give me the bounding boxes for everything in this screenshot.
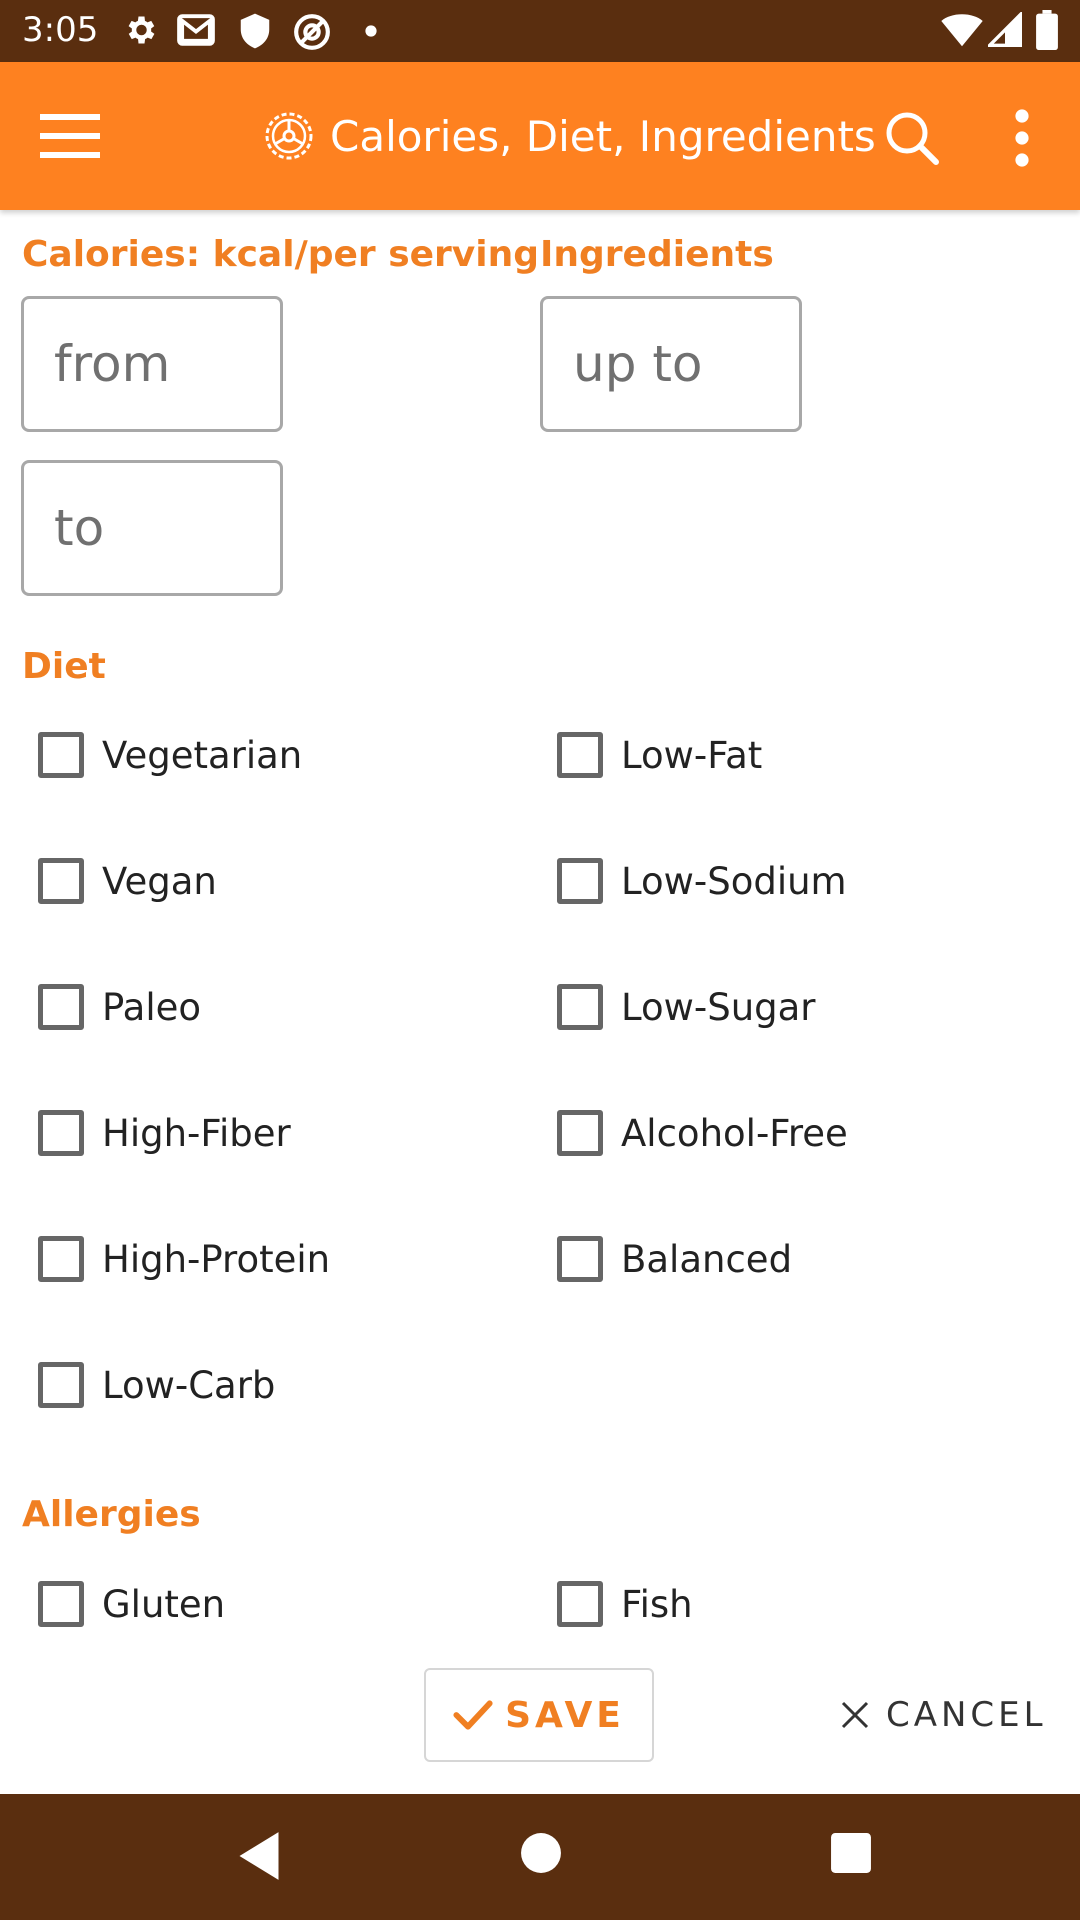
- checkbox-label: Fish: [621, 1582, 693, 1626]
- ingredients-up-to-input[interactable]: [540, 296, 802, 432]
- diet-checkbox-high-protein[interactable]: High-Protein: [38, 1229, 330, 1289]
- checkbox-box[interactable]: [557, 984, 603, 1030]
- diet-checkbox-balanced[interactable]: Balanced: [557, 1229, 792, 1289]
- status-time: 3:05: [22, 10, 99, 50]
- allergy-checkbox-gluten[interactable]: Gluten: [38, 1574, 225, 1634]
- diet-checkbox-low-carb[interactable]: Low-Carb: [38, 1355, 275, 1415]
- save-button[interactable]: SAVE: [424, 1668, 654, 1762]
- checkbox-box[interactable]: [38, 858, 84, 904]
- status-bar: 3:05: [0, 0, 1080, 62]
- checkbox-label: Vegan: [102, 859, 217, 903]
- checkbox-box[interactable]: [38, 1236, 84, 1282]
- at-sign-icon: [294, 14, 330, 50]
- checkbox-label: Gluten: [102, 1582, 226, 1626]
- menu-icon[interactable]: [40, 110, 100, 162]
- save-button-label: SAVE: [505, 1694, 625, 1736]
- close-icon: [841, 1701, 869, 1729]
- check-icon: [453, 1700, 493, 1730]
- app-title: Calories, Diet, Ingredients: [330, 111, 876, 161]
- diet-label: Diet: [22, 646, 106, 687]
- cell-signal-icon: [988, 12, 1022, 47]
- app-title-group: Calories, Diet, Ingredients: [262, 108, 876, 164]
- wifi-icon: [941, 14, 983, 47]
- battery-icon: [1036, 10, 1058, 50]
- checkbox-label: Low-Carb: [102, 1363, 276, 1407]
- checkbox-box[interactable]: [38, 732, 84, 778]
- checkbox-label: Balanced: [621, 1237, 793, 1281]
- checkbox-label: Alcohol-Free: [621, 1111, 848, 1155]
- home-icon[interactable]: [520, 1832, 562, 1874]
- checkbox-label: High-Fiber: [102, 1111, 291, 1155]
- ingredients-label: Ingredients: [540, 234, 774, 275]
- checkbox-box[interactable]: [557, 1581, 603, 1627]
- more-vert-icon[interactable]: [1000, 108, 1044, 168]
- back-icon[interactable]: [236, 1830, 282, 1882]
- calories-to-input[interactable]: [21, 460, 283, 596]
- checkbox-label: Low-Sugar: [621, 985, 816, 1029]
- diet-checkbox-high-fiber[interactable]: High-Fiber: [38, 1103, 291, 1163]
- checkbox-box[interactable]: [38, 1362, 84, 1408]
- filter-gear-icon: [265, 112, 313, 160]
- checkbox-box[interactable]: [38, 1581, 84, 1627]
- calories-label: Calories: kcal/per serving: [22, 234, 539, 275]
- diet-checkbox-paleo[interactable]: Paleo: [38, 977, 201, 1037]
- calories-from-input[interactable]: [21, 296, 283, 432]
- settings-icon: [128, 16, 155, 44]
- gmail-icon: [177, 14, 215, 46]
- checkbox-box[interactable]: [38, 1110, 84, 1156]
- diet-checkbox-alcohol-free[interactable]: Alcohol-Free: [557, 1103, 848, 1163]
- checkbox-box[interactable]: [557, 1236, 603, 1282]
- allergies-label: Allergies: [22, 1494, 201, 1535]
- app-bar: Calories, Diet, Ingredients: [0, 62, 1080, 210]
- diet-checkbox-low-sodium[interactable]: Low-Sodium: [557, 851, 847, 911]
- checkbox-box[interactable]: [557, 1110, 603, 1156]
- checkbox-box[interactable]: [38, 984, 84, 1030]
- diet-checkbox-low-sugar[interactable]: Low-Sugar: [557, 977, 816, 1037]
- dot-icon: [365, 25, 377, 37]
- checkbox-box[interactable]: [557, 732, 603, 778]
- cancel-button[interactable]: CANCEL: [840, 1680, 1047, 1750]
- diet-checkbox-vegetarian[interactable]: Vegetarian: [38, 725, 302, 785]
- checkbox-box[interactable]: [557, 858, 603, 904]
- diet-checkbox-vegan[interactable]: Vegan: [38, 851, 217, 911]
- shield-icon: [240, 13, 270, 49]
- cancel-button-label: CANCEL: [886, 1695, 1047, 1735]
- diet-checkbox-low-fat[interactable]: Low-Fat: [557, 725, 762, 785]
- system-nav-bar: [0, 1794, 1080, 1920]
- checkbox-label: Low-Sodium: [621, 859, 847, 903]
- recents-icon[interactable]: [830, 1832, 872, 1874]
- search-icon[interactable]: [884, 110, 940, 166]
- checkbox-label: Paleo: [102, 985, 202, 1029]
- checkbox-label: High-Protein: [102, 1237, 331, 1281]
- checkbox-label: Low-Fat: [621, 733, 763, 777]
- allergy-checkbox-fish[interactable]: Fish: [557, 1574, 693, 1634]
- checkbox-label: Vegetarian: [102, 733, 303, 777]
